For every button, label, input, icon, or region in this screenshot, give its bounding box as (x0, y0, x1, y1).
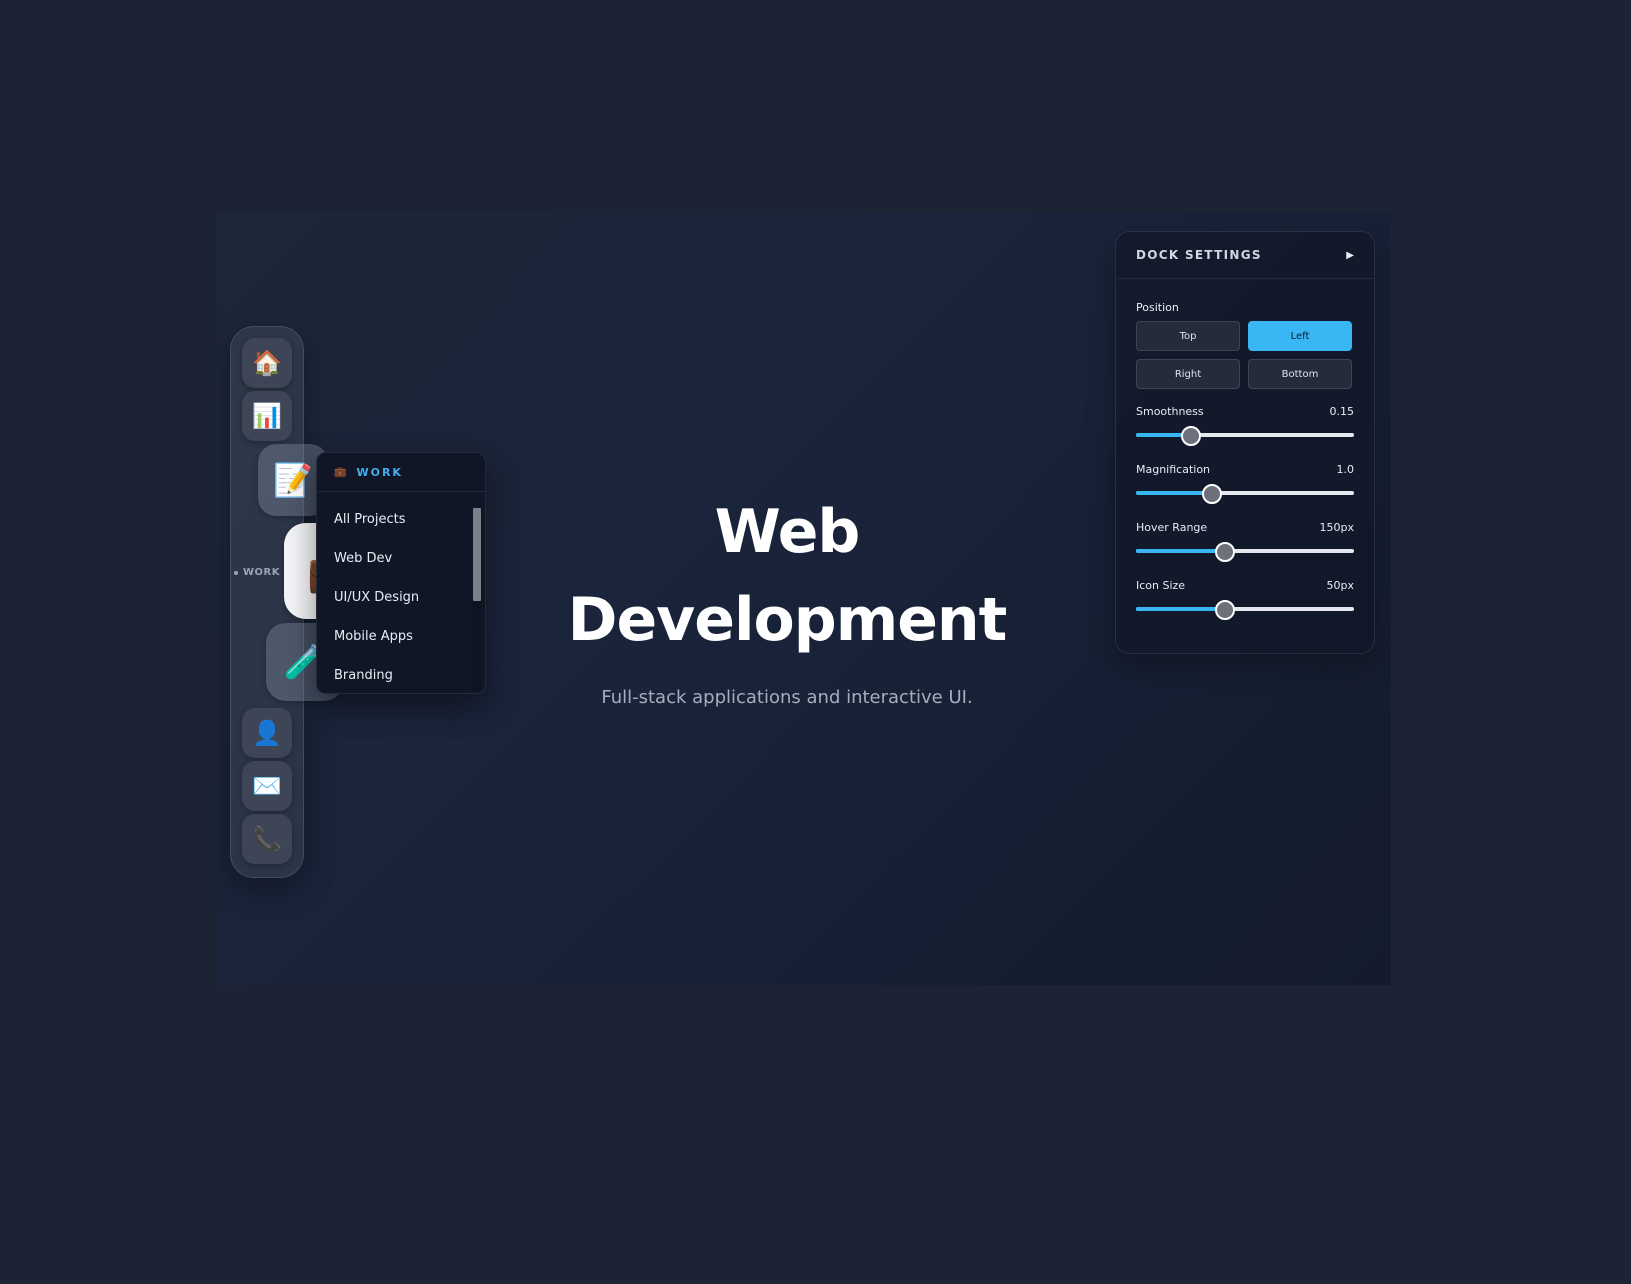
work-submenu: 💼 WORK All Projects Web Dev UI/UX Design… (316, 452, 486, 694)
icon-size-label: Icon Size (1136, 579, 1186, 592)
page-title: Web Development (552, 488, 1022, 664)
slider-fill (1136, 491, 1213, 495)
page-subtitle: Full-stack applications and interactive … (601, 687, 973, 708)
hover-range-slider[interactable] (1136, 539, 1354, 563)
icon-size-label-row: Icon Size 50px (1136, 579, 1354, 595)
indicator-dot (234, 570, 238, 575)
icon-size-value: 50px (1326, 579, 1355, 592)
hover-range-label-row: Hover Range 150px (1136, 521, 1354, 537)
magnification-value: 1.0 (1336, 463, 1355, 476)
submenu-item-web-dev[interactable]: Web Dev (317, 539, 485, 578)
home-icon: 🏠 (252, 349, 282, 377)
submenu-list: All Projects Web Dev UI/UX Design Mobile… (317, 492, 485, 693)
slider-thumb[interactable] (1215, 542, 1236, 562)
slider-thumb[interactable] (1180, 426, 1201, 446)
page-title-line-2: Development (567, 585, 1008, 655)
panel-body: Position Top Left Right Bottom Smoothnes… (1116, 279, 1374, 621)
briefcase-icon: 💼 (334, 466, 349, 478)
icon-size-slider[interactable] (1136, 597, 1354, 621)
dock-item-home[interactable]: 🏠 (242, 338, 292, 388)
notes-icon: 📝 (273, 461, 313, 499)
icon-size-setting: Icon Size 50px (1136, 579, 1354, 621)
position-bottom-button[interactable]: Bottom (1248, 359, 1352, 389)
user-icon: 👤 (252, 719, 282, 747)
stage: 🏠 📊 📝 💼 🧪 👤 ✉️ 📞 WORK 💼 WORK (217, 213, 1391, 985)
position-right-button[interactable]: Right (1136, 359, 1240, 389)
slider-thumb[interactable] (1202, 484, 1223, 504)
dock-active-label: WORK (234, 567, 280, 578)
magnification-slider[interactable] (1136, 481, 1354, 505)
mail-icon: ✉️ (252, 772, 282, 800)
dock-item-mail[interactable]: ✉️ (242, 761, 292, 811)
submenu-scroll-thumb[interactable] (473, 508, 481, 602)
magnification-label-row: Magnification 1.0 (1136, 463, 1354, 479)
page-title-line-1: Web (714, 497, 861, 567)
panel-title: DOCK SETTINGS (1136, 248, 1262, 262)
submenu-header: 💼 WORK (317, 453, 485, 492)
hover-range-setting: Hover Range 150px (1136, 521, 1354, 563)
smoothness-setting: Smoothness 0.15 (1136, 405, 1354, 447)
magnification-label: Magnification (1136, 463, 1211, 476)
position-label: Position (1136, 301, 1179, 314)
dock-active-label-text: WORK (243, 567, 280, 578)
position-options: Top Left Right Bottom (1136, 321, 1354, 389)
submenu-title: WORK (356, 465, 403, 479)
dock-settings-panel: DOCK SETTINGS ▶ Position Top Left Right … (1115, 231, 1375, 654)
smoothness-label: Smoothness (1136, 405, 1204, 418)
position-top-button[interactable]: Top (1136, 321, 1240, 351)
magnification-setting: Magnification 1.0 (1136, 463, 1354, 505)
dock-item-user[interactable]: 👤 (242, 708, 292, 758)
hover-range-value: 150px (1319, 521, 1355, 534)
smoothness-label-row: Smoothness 0.15 (1136, 405, 1354, 421)
slider-fill (1136, 607, 1226, 611)
chart-icon: 📊 (252, 402, 282, 430)
submenu-item-mobile-apps[interactable]: Mobile Apps (317, 617, 485, 656)
submenu-item-all-projects[interactable]: All Projects (317, 500, 485, 539)
dock-item-chart[interactable]: 📊 (242, 391, 292, 441)
slider-thumb[interactable] (1215, 600, 1236, 620)
dock-item-phone[interactable]: 📞 (242, 814, 292, 864)
smoothness-slider[interactable] (1136, 423, 1354, 447)
position-label-row: Position (1136, 301, 1354, 317)
phone-icon: 📞 (252, 825, 282, 853)
smoothness-value: 0.15 (1329, 405, 1355, 418)
slider-fill (1136, 549, 1226, 553)
hover-range-label: Hover Range (1136, 521, 1208, 534)
submenu-item-branding[interactable]: Branding (317, 656, 485, 693)
dock: 🏠 📊 📝 💼 🧪 👤 ✉️ 📞 (230, 326, 380, 878)
submenu-item-ui-ux-design[interactable]: UI/UX Design (317, 578, 485, 617)
collapse-toggle-icon[interactable]: ▶ (1346, 250, 1354, 261)
submenu-scrollbar[interactable] (473, 508, 481, 691)
position-left-button[interactable]: Left (1248, 321, 1352, 351)
panel-header[interactable]: DOCK SETTINGS ▶ (1116, 232, 1374, 279)
